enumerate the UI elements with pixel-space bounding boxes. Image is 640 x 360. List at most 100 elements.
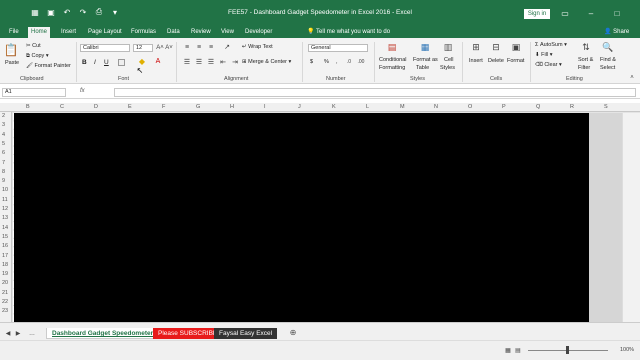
row-header[interactable]: 4 bbox=[2, 132, 5, 138]
increase-decimal-icon[interactable]: .0 bbox=[344, 58, 354, 66]
column-header[interactable]: H bbox=[230, 104, 234, 110]
tab-file[interactable]: File bbox=[6, 27, 22, 38]
row-header[interactable]: 5 bbox=[2, 141, 5, 147]
align-right-icon[interactable]: ☰ bbox=[206, 58, 216, 66]
row-header[interactable]: 18 bbox=[2, 262, 8, 268]
font-name-box[interactable]: Calibri bbox=[80, 44, 130, 52]
row-header[interactable]: 11 bbox=[2, 197, 8, 203]
row-header[interactable]: 12 bbox=[2, 206, 8, 212]
tab-view[interactable]: View bbox=[218, 27, 237, 38]
merge-center-button[interactable]: ⊞ Merge & Center ▾ bbox=[242, 59, 291, 65]
column-header[interactable]: C bbox=[60, 104, 64, 110]
tab-data[interactable]: Data bbox=[164, 27, 183, 38]
row-header[interactable]: 9 bbox=[2, 178, 5, 184]
currency-button[interactable]: $ bbox=[310, 59, 313, 65]
underline-button[interactable]: U bbox=[104, 59, 109, 66]
vertical-scrollbar[interactable] bbox=[622, 113, 640, 322]
tab-home[interactable]: Home bbox=[28, 27, 51, 38]
conditional-formatting-label-1[interactable]: Conditional bbox=[379, 57, 407, 63]
fill-color-icon[interactable]: ◆ bbox=[136, 56, 148, 66]
sort-filter-icon[interactable]: ⇅ bbox=[580, 41, 592, 53]
row-header[interactable]: 8 bbox=[2, 169, 5, 175]
row-header[interactable]: 22 bbox=[2, 299, 8, 305]
format-label[interactable]: Format bbox=[507, 58, 524, 64]
sort-filter-label-1[interactable]: Sort & bbox=[578, 57, 593, 63]
minimize-icon[interactable]: – bbox=[586, 8, 596, 18]
bold-button[interactable]: B bbox=[82, 59, 87, 66]
row-header[interactable]: 17 bbox=[2, 253, 8, 259]
tab-formulas[interactable]: Formulas bbox=[128, 27, 159, 38]
column-header[interactable]: F bbox=[162, 104, 165, 110]
more-sheets-icon[interactable]: … bbox=[28, 329, 36, 338]
align-left-icon[interactable]: ☰ bbox=[182, 58, 192, 66]
column-header[interactable]: M bbox=[400, 104, 405, 110]
increase-indent-icon[interactable]: ⇥ bbox=[230, 58, 240, 66]
column-header[interactable]: B bbox=[26, 104, 30, 110]
ribbon-display-icon[interactable]: ▭ bbox=[560, 8, 570, 18]
share-button[interactable]: 👤 Share bbox=[604, 28, 629, 35]
function-icon[interactable]: fx bbox=[80, 88, 85, 94]
conditional-formatting-icon[interactable]: ▤ bbox=[386, 41, 398, 53]
sort-filter-label-2[interactable]: Filter bbox=[578, 65, 590, 71]
row-header[interactable]: 3 bbox=[2, 122, 5, 128]
sheet-tab-subscribe[interactable]: Please SUBSCRIBE bbox=[153, 328, 223, 339]
column-header[interactable]: K bbox=[332, 104, 336, 110]
insert-cells-icon[interactable]: ⊞ bbox=[470, 41, 482, 53]
decrease-font-icon[interactable]: A˅ bbox=[165, 43, 173, 52]
borders-icon[interactable] bbox=[118, 59, 125, 66]
align-top-icon[interactable]: ≡ bbox=[182, 43, 192, 51]
delete-label[interactable]: Delete bbox=[488, 58, 504, 64]
align-center-icon[interactable]: ☰ bbox=[194, 58, 204, 66]
copy-button[interactable]: ⧉ Copy ▾ bbox=[26, 53, 49, 60]
format-painter-button[interactable]: 🖌 Format Painter bbox=[26, 63, 71, 69]
find-select-label-1[interactable]: Find & bbox=[600, 57, 616, 63]
cell-styles-label-1[interactable]: Cell bbox=[444, 57, 453, 63]
row-header[interactable]: 2 bbox=[2, 113, 5, 119]
name-box[interactable]: A1 bbox=[2, 88, 66, 97]
row-header[interactable]: 23 bbox=[2, 308, 8, 314]
row-header[interactable]: 20 bbox=[2, 280, 8, 286]
row-header[interactable]: 14 bbox=[2, 225, 8, 231]
column-header[interactable]: S bbox=[604, 104, 608, 110]
orientation-icon[interactable]: ↗ bbox=[222, 43, 232, 51]
column-header[interactable]: G bbox=[196, 104, 200, 110]
italic-button[interactable]: I bbox=[94, 59, 96, 66]
column-header[interactable]: L bbox=[366, 104, 369, 110]
add-sheet-icon[interactable]: ⊕ bbox=[288, 328, 298, 338]
format-as-table-label-2[interactable]: Table bbox=[416, 65, 429, 71]
formula-input[interactable] bbox=[114, 88, 636, 97]
dashboard-black-background[interactable] bbox=[14, 113, 589, 322]
format-cells-icon[interactable]: ▣ bbox=[510, 41, 522, 53]
tab-insert[interactable]: Insert bbox=[58, 27, 79, 38]
gray-filled-column[interactable] bbox=[589, 113, 622, 322]
scroll-right-icon[interactable]: ▶ bbox=[14, 329, 22, 338]
clear-button[interactable]: ⌫ Clear ▾ bbox=[535, 62, 562, 68]
column-header[interactable]: P bbox=[502, 104, 506, 110]
column-header[interactable]: D bbox=[94, 104, 98, 110]
zoom-level[interactable]: 100% bbox=[620, 347, 634, 353]
comma-button[interactable]: , bbox=[336, 59, 338, 65]
row-header[interactable]: 6 bbox=[2, 150, 5, 156]
cut-button[interactable]: ✂ Cut bbox=[26, 43, 41, 49]
column-header[interactable]: I bbox=[264, 104, 266, 110]
decrease-decimal-icon[interactable]: .00 bbox=[356, 58, 366, 66]
conditional-formatting-label-2[interactable]: Formatting bbox=[379, 65, 405, 71]
column-header[interactable]: R bbox=[570, 104, 574, 110]
sheet-tab-dashboard[interactable]: Dashboard Gadget Speedometer bbox=[46, 328, 160, 339]
wrap-text-button[interactable]: ↵ Wrap Text bbox=[242, 44, 273, 50]
align-bottom-icon[interactable]: ≡ bbox=[206, 43, 216, 51]
normal-view-icon[interactable]: ▦ bbox=[504, 346, 512, 355]
column-header[interactable]: O bbox=[468, 104, 472, 110]
row-header[interactable]: 16 bbox=[2, 243, 8, 249]
find-select-label-2[interactable]: Select bbox=[600, 65, 615, 71]
row-header[interactable]: 19 bbox=[2, 271, 8, 277]
row-header[interactable]: 15 bbox=[2, 234, 8, 240]
zoom-slider-thumb[interactable] bbox=[566, 346, 569, 354]
row-header[interactable]: 10 bbox=[2, 187, 8, 193]
find-select-icon[interactable]: 🔍 bbox=[602, 41, 614, 53]
percent-button[interactable]: % bbox=[324, 59, 329, 65]
row-header[interactable]: 21 bbox=[2, 290, 8, 296]
tab-review[interactable]: Review bbox=[188, 27, 214, 38]
align-middle-icon[interactable]: ≡ bbox=[194, 43, 204, 51]
font-color-icon[interactable]: A bbox=[152, 56, 164, 66]
